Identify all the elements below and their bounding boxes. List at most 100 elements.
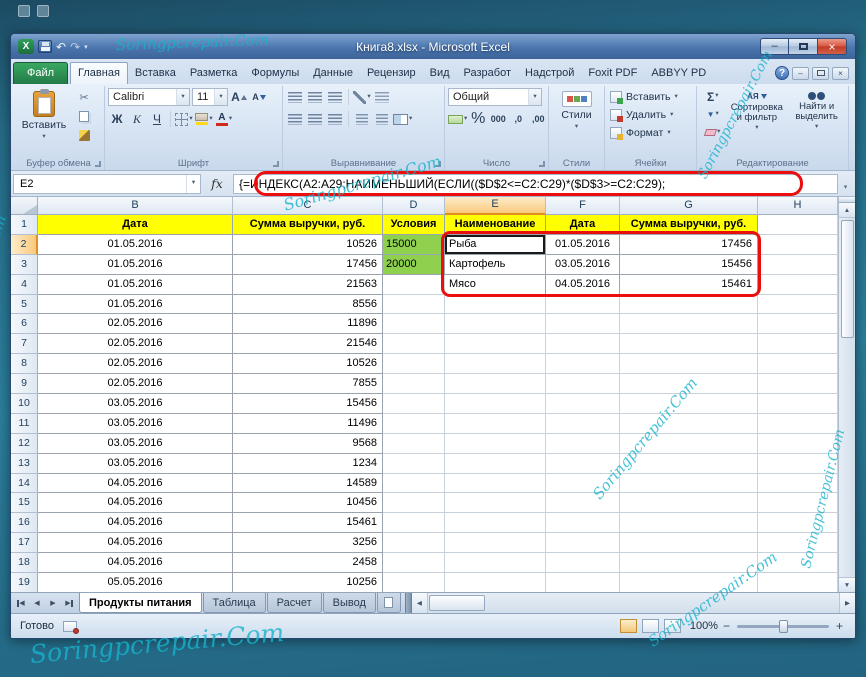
cell-B3[interactable]: 01.05.2016 <box>38 255 233 275</box>
cell-E19[interactable] <box>445 573 546 592</box>
horizontal-scroll-track[interactable] <box>428 593 839 613</box>
cell-F3[interactable]: 03.05.2016 <box>546 255 620 275</box>
zoom-out-button[interactable]: − <box>723 619 730 633</box>
cell-E16[interactable] <box>445 513 546 533</box>
cell-F8[interactable] <box>546 354 620 374</box>
cell-B8[interactable]: 02.05.2016 <box>38 354 233 374</box>
insert-function-button[interactable]: fx <box>201 176 233 191</box>
cell-C13[interactable]: 1234 <box>233 454 383 474</box>
cell-F14[interactable] <box>546 474 620 494</box>
cell-D16[interactable] <box>383 513 445 533</box>
cell-D3[interactable]: 20000 <box>383 255 445 275</box>
row-header-10[interactable]: 10 <box>11 394 38 414</box>
cell-G7[interactable] <box>620 334 758 354</box>
align-center-button[interactable] <box>306 110 324 128</box>
cell-H1[interactable] <box>758 215 838 235</box>
cell-F18[interactable] <box>546 553 620 573</box>
column-header-E[interactable]: E <box>445 197 546 215</box>
cell-H9[interactable] <box>758 374 838 394</box>
cell-C8[interactable]: 10526 <box>233 354 383 374</box>
cell-F15[interactable] <box>546 493 620 513</box>
ribbon-tab-Данные[interactable]: Данные <box>306 63 360 84</box>
formula-input[interactable]: {=ИНДЕКС(A2:A29;НАИМЕНЬШИЙ(ЕСЛИ(($D$2<=C… <box>233 174 838 194</box>
autosum-button[interactable]: Σ▾ <box>700 88 725 105</box>
cell-E18[interactable] <box>445 553 546 573</box>
horizontal-scrollbar[interactable]: ◀ ▶ <box>412 593 855 613</box>
cell-G1[interactable]: Сумма выручки, руб. <box>620 215 758 235</box>
row-header-15[interactable]: 15 <box>11 493 38 513</box>
vertical-scrollbar[interactable]: ▲ ▼ <box>838 197 855 592</box>
select-all-corner[interactable] <box>11 197 38 215</box>
cell-D15[interactable] <box>383 493 445 513</box>
row-header-2[interactable]: 2 <box>11 235 38 255</box>
cell-B5[interactable]: 01.05.2016 <box>38 295 233 315</box>
styles-button[interactable]: Стили ▾ <box>552 88 601 157</box>
cell-F10[interactable] <box>546 394 620 414</box>
cell-H15[interactable] <box>758 493 838 513</box>
cell-D2[interactable]: 15000 <box>383 235 445 255</box>
cell-G14[interactable] <box>620 474 758 494</box>
cell-E12[interactable] <box>445 434 546 454</box>
cell-H11[interactable] <box>758 414 838 434</box>
zoom-in-button[interactable]: + <box>836 619 843 633</box>
macro-record-button[interactable] <box>63 621 77 632</box>
cell-D17[interactable] <box>383 533 445 553</box>
increase-decimal-button[interactable]: ,0 <box>509 110 527 128</box>
sheet-tab-Таблица[interactable]: Таблица <box>203 593 266 613</box>
cell-G16[interactable] <box>620 513 758 533</box>
cell-F6[interactable] <box>546 314 620 334</box>
number-dialog-launcher[interactable] <box>539 161 545 167</box>
chevron-down-icon[interactable]: ▾ <box>214 89 227 105</box>
cell-C7[interactable]: 21546 <box>233 334 383 354</box>
cell-B11[interactable]: 03.05.2016 <box>38 414 233 434</box>
name-box-dropdown[interactable]: ▾ <box>186 175 200 193</box>
zoom-slider[interactable] <box>737 625 829 628</box>
column-header-C[interactable]: C <box>233 197 383 215</box>
cell-G4[interactable]: 15461 <box>620 275 758 295</box>
sheet-tab-Расчет[interactable]: Расчет <box>267 593 322 613</box>
ribbon-tab-Надстрой[interactable]: Надстрой <box>518 63 581 84</box>
ribbon-tab-Главная[interactable]: Главная <box>70 62 128 84</box>
sheet-tab-Вывод[interactable]: Вывод <box>323 593 376 613</box>
column-header-F[interactable]: F <box>546 197 620 215</box>
cell-C10[interactable]: 15456 <box>233 394 383 414</box>
cell-H8[interactable] <box>758 354 838 374</box>
cell-B13[interactable]: 03.05.2016 <box>38 454 233 474</box>
ribbon-tab-Рецензир[interactable]: Рецензир <box>360 63 423 84</box>
ribbon-tab-ABBYY PD[interactable]: ABBYY PD <box>644 63 713 84</box>
cell-E1[interactable]: Наименование <box>445 215 546 235</box>
cell-E9[interactable] <box>445 374 546 394</box>
cell-E5[interactable] <box>445 295 546 315</box>
cell-B10[interactable]: 03.05.2016 <box>38 394 233 414</box>
row-header-12[interactable]: 12 <box>11 434 38 454</box>
clipboard-dialog-launcher[interactable] <box>95 161 101 167</box>
cell-G11[interactable] <box>620 414 758 434</box>
align-top-button[interactable] <box>286 88 304 106</box>
insert-worksheet-button[interactable] <box>377 593 401 613</box>
view-normal-button[interactable] <box>620 619 637 633</box>
cell-C11[interactable]: 11496 <box>233 414 383 434</box>
row-header-13[interactable]: 13 <box>11 454 38 474</box>
close-button[interactable]: × <box>818 38 847 55</box>
cell-D19[interactable] <box>383 573 445 592</box>
cell-G13[interactable] <box>620 454 758 474</box>
chevron-down-icon[interactable]: ▾ <box>528 89 541 105</box>
percent-format-button[interactable]: % <box>469 110 487 128</box>
row-header-5[interactable]: 5 <box>11 295 38 315</box>
font-size-select[interactable]: 11 ▾ <box>192 88 228 106</box>
ribbon-tab-Разработ[interactable]: Разработ <box>457 63 518 84</box>
maximize-button[interactable] <box>789 38 818 55</box>
decrease-decimal-button[interactable]: ,00 <box>529 110 547 128</box>
cut-button[interactable]: ✂ <box>75 88 93 106</box>
scroll-down-button[interactable]: ▼ <box>839 577 855 592</box>
insert-cells-button[interactable]: Вставить▾ <box>608 88 680 106</box>
redo-button[interactable]: ↷ <box>70 41 80 53</box>
copy-button[interactable] <box>75 107 93 125</box>
cell-E17[interactable] <box>445 533 546 553</box>
cell-D12[interactable] <box>383 434 445 454</box>
wrap-text-button[interactable] <box>373 88 391 106</box>
row-header-19[interactable]: 19 <box>11 573 38 592</box>
cell-B17[interactable]: 04.05.2016 <box>38 533 233 553</box>
excel-logo-icon[interactable]: X <box>18 39 34 54</box>
row-header-1[interactable]: 1 <box>11 215 38 235</box>
